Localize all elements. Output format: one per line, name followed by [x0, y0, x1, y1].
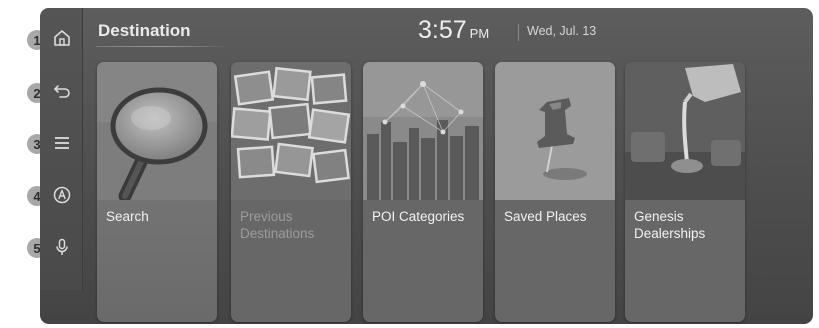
microphone-icon: [56, 238, 68, 255]
card-label: Previous Destinations: [240, 209, 315, 241]
clock: 3:57 PM: [418, 16, 489, 45]
city-pins-image: [363, 62, 483, 200]
poi-categories-card[interactable]: POI Categories: [363, 62, 483, 322]
genesis-dealerships-card[interactable]: Genesis Dealerships: [625, 62, 745, 322]
navigation-button[interactable]: [49, 182, 75, 208]
previous-destinations-card[interactable]: Previous Destinations: [231, 62, 351, 322]
title-underline: [96, 46, 228, 47]
voice-button[interactable]: [49, 234, 75, 260]
card-label: POI Categories: [372, 209, 465, 224]
sidebar: [40, 8, 83, 290]
magnifying-glass-image: [97, 62, 217, 200]
clock-time: 3:57: [418, 16, 467, 44]
menu-button[interactable]: [49, 130, 75, 156]
date-display: Wed, Jul. 13: [527, 24, 597, 38]
saved-places-card[interactable]: Saved Places: [495, 62, 615, 322]
page-title: Destination: [98, 21, 191, 40]
push-pin-image: [495, 62, 615, 200]
home-button[interactable]: [49, 25, 75, 51]
search-card[interactable]: Search: [97, 62, 217, 322]
clock-ampm: PM: [469, 26, 490, 41]
card-label: Genesis Dealerships: [634, 209, 706, 241]
destination-screen: Destination 3:57 PM Wed, Jul. 13 Search …: [40, 8, 813, 324]
header-divider: [518, 24, 519, 41]
photo-collage-image: [231, 62, 351, 200]
back-icon: [54, 85, 70, 98]
oil-pour-image: [625, 62, 745, 200]
card-label: Saved Places: [504, 209, 587, 224]
menu-icon: [55, 137, 69, 149]
navigation-a-icon: [53, 186, 71, 204]
card-label: Search: [106, 209, 149, 224]
home-icon: [54, 30, 70, 46]
back-button[interactable]: [49, 78, 75, 104]
